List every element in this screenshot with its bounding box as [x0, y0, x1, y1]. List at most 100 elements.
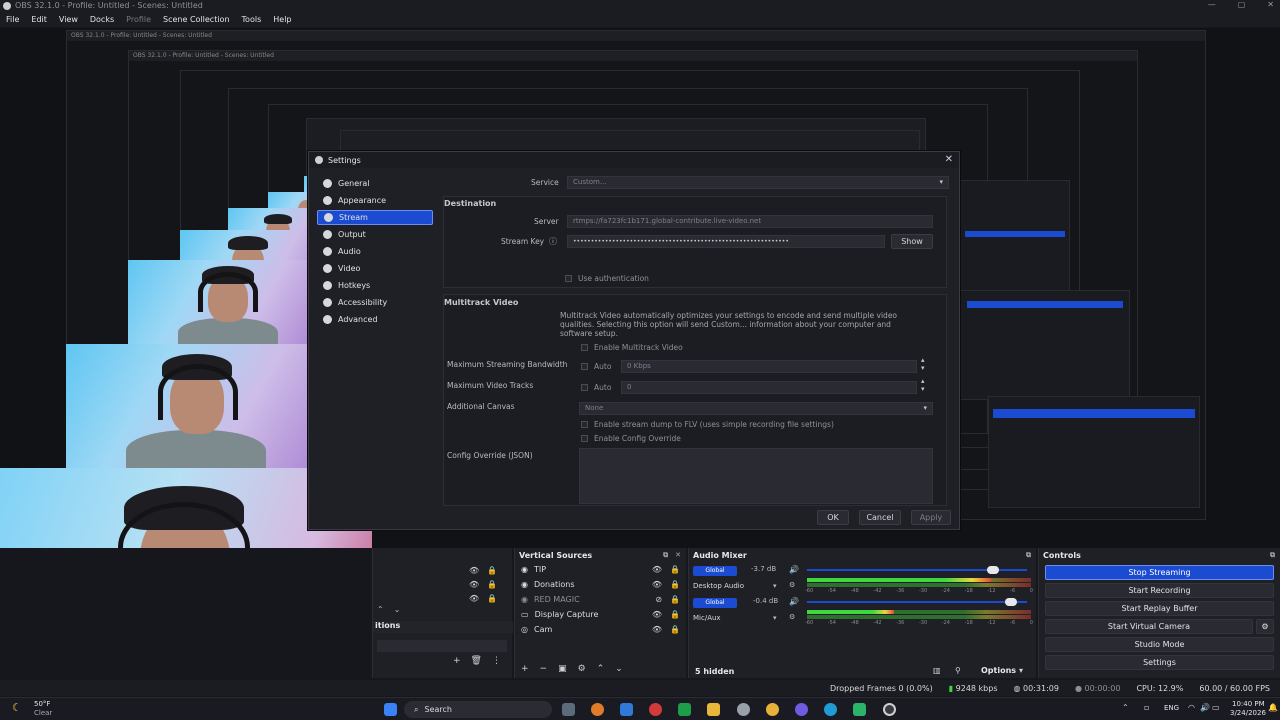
weather-icon[interactable]: ☾: [12, 701, 22, 714]
opera-icon[interactable]: [649, 703, 662, 716]
language-indicator[interactable]: ENG: [1164, 704, 1179, 712]
apply-button[interactable]: Apply: [911, 510, 951, 525]
menu-view[interactable]: View: [59, 15, 78, 24]
max-bandwidth-input[interactable]: 0 Kbps: [621, 360, 917, 373]
use-auth-checkbox[interactable]: [565, 275, 572, 282]
menu-help[interactable]: Help: [273, 15, 291, 24]
sidebar-item-accessibility[interactable]: Accessibility: [317, 295, 433, 310]
volume-slider[interactable]: [807, 598, 1027, 606]
eye-icon[interactable]: 👁: [469, 594, 479, 603]
windows-start-icon[interactable]: [384, 703, 397, 716]
sidebar-item-audio[interactable]: Audio: [317, 244, 433, 259]
weather-temp[interactable]: 50°F: [34, 700, 50, 708]
service-select[interactable]: Custom... ▾: [567, 176, 949, 189]
close-icon[interactable]: ✕: [675, 551, 681, 560]
more-icon[interactable]: ⋮: [492, 656, 501, 666]
eye-icon[interactable]: 👁: [652, 580, 662, 589]
eye-icon[interactable]: 👁: [652, 565, 662, 574]
stop-streaming-button[interactable]: Stop Streaming: [1045, 565, 1274, 580]
sidebar-item-hotkeys[interactable]: Hotkeys: [317, 278, 433, 293]
photos-app-icon[interactable]: [620, 703, 633, 716]
volume-icon[interactable]: 🔊: [1200, 703, 1210, 712]
lock-icon[interactable]: 🔒: [670, 625, 680, 634]
start-replay-buffer-button[interactable]: Start Replay Buffer: [1045, 601, 1274, 616]
properties-icon[interactable]: ⚙: [789, 613, 795, 621]
chevron-down-icon[interactable]: ▾: [773, 614, 777, 622]
virtual-camera-settings-icon[interactable]: ⚙: [1256, 619, 1274, 634]
move-up-icon[interactable]: ⌃: [377, 605, 384, 614]
settings-app-icon[interactable]: [737, 703, 750, 716]
server-input[interactable]: rtmps://fa723fc1b171.global-contribute.l…: [567, 215, 933, 228]
properties-icon[interactable]: ⚙: [789, 581, 795, 589]
add-icon[interactable]: +: [521, 664, 529, 674]
lock-icon[interactable]: 🔒: [670, 595, 680, 604]
eye-icon[interactable]: 👁: [469, 566, 479, 575]
battery-icon[interactable]: ▭: [1212, 703, 1220, 712]
menu-file[interactable]: File: [6, 15, 19, 24]
max-tracks-auto-checkbox[interactable]: [581, 384, 588, 391]
add-icon[interactable]: +: [453, 656, 461, 666]
sidebar-item-general[interactable]: General: [317, 176, 433, 191]
wifi-icon[interactable]: ◠: [1188, 703, 1195, 712]
source-item[interactable]: ▭ Display Capture 👁 🔒: [515, 607, 686, 622]
edge-icon[interactable]: [824, 703, 837, 716]
undock-icon[interactable]: ⧉: [1026, 551, 1031, 560]
obs-taskbar-icon[interactable]: [883, 703, 896, 716]
menu-edit[interactable]: Edit: [31, 15, 47, 24]
cancel-button[interactable]: Cancel: [859, 510, 901, 525]
close-button[interactable]: ✕: [1267, 0, 1274, 9]
sidebar-item-output[interactable]: Output: [317, 227, 433, 242]
sidebar-item-appearance[interactable]: Appearance: [317, 193, 433, 208]
stream-dump-checkbox[interactable]: [581, 421, 588, 428]
ok-button[interactable]: OK: [817, 510, 849, 525]
eye-hidden-icon[interactable]: ⊘: [655, 595, 662, 604]
chevron-down-icon[interactable]: ▾: [773, 582, 777, 590]
source-item[interactable]: ◎ Cam 👁 🔒: [515, 622, 686, 637]
start-recording-button[interactable]: Start Recording: [1045, 583, 1274, 598]
minimize-button[interactable]: —: [1208, 0, 1216, 9]
taskbar-search[interactable]: ⌕ Search: [404, 701, 552, 718]
studio-mode-button[interactable]: Studio Mode: [1045, 637, 1274, 652]
close-icon[interactable]: ✕: [945, 154, 953, 165]
transition-select[interactable]: [377, 640, 507, 652]
volume-slider-handle[interactable]: [1005, 598, 1017, 606]
lock-icon[interactable]: 🔒: [487, 566, 497, 575]
lock-icon[interactable]: 🔒: [670, 580, 680, 589]
menu-docks[interactable]: Docks: [90, 15, 114, 24]
layout-icon[interactable]: ▥: [933, 666, 941, 675]
eye-icon[interactable]: 👁: [469, 580, 479, 589]
lock-icon[interactable]: 🔒: [487, 580, 497, 589]
move-up-icon[interactable]: ⌃: [597, 664, 605, 674]
undock-icon[interactable]: ⧉: [1270, 551, 1275, 560]
hidden-count[interactable]: 5 hidden: [695, 667, 734, 676]
lock-icon[interactable]: 🔒: [670, 610, 680, 619]
clock-time[interactable]: 10:40 PM: [1232, 700, 1265, 708]
eye-icon[interactable]: 👁: [652, 625, 662, 634]
maximize-button[interactable]: ▢: [1238, 0, 1246, 9]
source-item[interactable]: ◉ Donations 👁 🔒: [515, 577, 686, 592]
chrome-icon[interactable]: [766, 703, 779, 716]
cloud-app-icon[interactable]: [591, 703, 604, 716]
max-bandwidth-auto-checkbox[interactable]: [581, 363, 588, 370]
notification-icon[interactable]: 🔔: [1268, 703, 1278, 712]
spinner-arrows-icon[interactable]: ▴ ▾: [921, 377, 925, 393]
link-icon[interactable]: ⚲: [955, 666, 961, 675]
start-virtual-camera-button[interactable]: Start Virtual Camera: [1045, 619, 1253, 634]
max-tracks-input[interactable]: 0: [621, 381, 917, 394]
trash-icon[interactable]: 🗑: [471, 656, 482, 666]
config-json-textarea[interactable]: [579, 448, 933, 504]
additional-canvas-select[interactable]: None ▾: [579, 402, 933, 415]
play-app-icon[interactable]: [853, 703, 866, 716]
sidebar-item-video[interactable]: Video: [317, 261, 433, 276]
sidebar-item-advanced[interactable]: Advanced: [317, 312, 433, 327]
tray-app-icon[interactable]: ▫: [1144, 703, 1149, 712]
settings-button[interactable]: Settings: [1045, 655, 1274, 670]
global-badge[interactable]: Global: [693, 598, 737, 608]
undock-icon[interactable]: ⧉: [663, 551, 668, 560]
global-badge[interactable]: Global: [693, 566, 737, 576]
enable-multitrack-checkbox[interactable]: [581, 344, 588, 351]
volume-slider[interactable]: [807, 566, 1027, 574]
options-button[interactable]: Options: [981, 666, 1016, 675]
task-view-icon[interactable]: [562, 703, 575, 716]
discord-icon[interactable]: [795, 703, 808, 716]
